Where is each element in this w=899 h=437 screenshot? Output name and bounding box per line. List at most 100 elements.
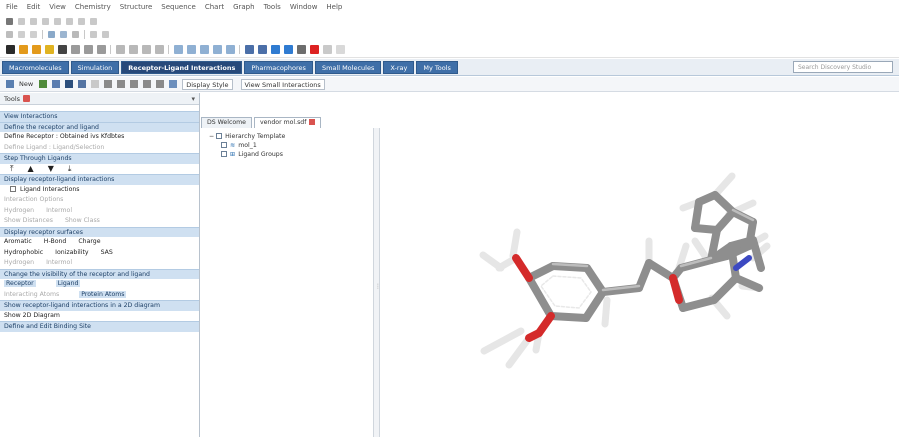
surface-sas[interactable]: SAS [101,248,113,259]
section-2d-diagram[interactable]: Show receptor-ligand interactions in a 2… [0,300,199,311]
last-ligand-icon[interactable]: ⤓ [68,164,72,175]
menu-structure[interactable]: Structure [120,3,153,11]
chain-icon[interactable] [78,17,85,25]
new-file-icon[interactable] [6,80,14,88]
copy-icon[interactable] [18,30,25,38]
find-icon[interactable] [156,80,165,88]
surface-intermol[interactable]: Intermol [46,258,72,269]
ungroup-icon[interactable] [297,45,306,54]
surface-hydrophobic[interactable]: Hydrophobic [4,248,43,259]
highlight-icon[interactable] [45,45,54,54]
tab-simulation[interactable]: Simulation [70,60,120,74]
charge-icon[interactable] [90,30,97,38]
section-step-through-ligands[interactable]: Step Through Ligands [0,153,199,164]
save-icon[interactable] [65,80,74,88]
text-tool-icon[interactable] [58,45,67,54]
select-arrow-icon[interactable] [6,45,15,54]
menu-chart[interactable]: Chart [205,3,224,11]
ligand-interactions-checkbox[interactable]: Ligand Interactions [0,185,199,196]
splitter-grip-icon[interactable]: ⋮ [375,283,381,293]
flip-icon[interactable] [72,30,79,38]
redo-icon[interactable] [91,80,100,88]
fit-screen-icon[interactable] [155,45,164,54]
menu-graph[interactable]: Graph [233,3,254,11]
hydrogen-toggle[interactable]: Hydrogen [4,206,34,217]
first-ligand-icon[interactable]: ⤒ [10,164,14,175]
tree-node-ligand-groups[interactable]: ⊞ Ligand Groups [205,150,285,159]
surface-ionizability[interactable]: Ionizability [55,248,88,259]
bond-double-icon[interactable] [42,17,49,25]
align-icon[interactable] [48,30,55,38]
render-cpk-icon[interactable] [213,45,222,54]
paste-icon[interactable] [30,30,37,38]
menu-window[interactable]: Window [290,3,318,11]
intermol-toggle[interactable]: Intermol [46,206,72,217]
paste-ribbon-icon[interactable] [130,80,139,88]
rotate-icon[interactable] [129,45,138,54]
section-receptor-surfaces[interactable]: Display receptor surfaces [0,226,199,237]
bond-single-icon[interactable] [30,17,37,25]
undo-icon[interactable] [78,80,87,88]
erase-icon[interactable] [90,17,97,25]
remove-hydrogens-icon[interactable] [258,45,267,54]
next-ligand-icon[interactable]: ▼ [48,164,54,175]
visibility-interacting-atoms[interactable]: Interacting Atoms [4,291,59,298]
section-visibility[interactable]: Change the visibility of the receptor an… [0,268,199,279]
tab-ds-welcome[interactable]: DS Welcome [201,117,252,128]
render-balls-icon[interactable] [200,45,209,54]
section-display-interactions[interactable]: Display receptor-ligand interactions [0,174,199,185]
molecule-3d-viewer[interactable] [381,128,899,437]
expand-icon[interactable]: − [209,133,214,140]
close-tab-icon[interactable] [309,119,316,125]
render-lines-icon[interactable] [174,45,183,54]
tab-xray[interactable]: X-ray [383,60,415,74]
checkbox-icon[interactable] [216,133,223,139]
ring-tool-icon[interactable] [284,45,293,54]
menu-chemistry[interactable]: Chemistry [75,3,111,11]
add-hydrogens-icon[interactable] [245,45,254,54]
tab-vendor-mol[interactable]: vendor mol.sdf [253,117,322,128]
tab-small-molecules[interactable]: Small Molecules [314,60,382,74]
measure-torsion-icon[interactable] [97,45,106,54]
show-class-toggle[interactable]: Show Class [65,216,100,227]
tab-macromolecules[interactable]: Macromolecules [2,60,69,74]
cut-icon[interactable] [6,30,13,38]
bond-tool-icon[interactable] [271,45,280,54]
show-2d-diagram-link[interactable]: Show 2D Diagram [0,311,199,322]
visibility-protein-atoms[interactable]: Protein Atoms [79,290,127,298]
select-tool-icon[interactable] [6,17,13,25]
menu-sequence[interactable]: Sequence [161,3,196,11]
new-button[interactable]: New [19,80,33,88]
zoom-icon[interactable] [116,45,125,54]
clean-icon[interactable] [60,30,67,38]
checkbox-icon[interactable] [221,151,227,157]
menu-view[interactable]: View [49,3,66,11]
cut-ribbon-icon[interactable] [104,80,113,88]
tab-receptor-ligand-interactions[interactable]: Receptor-Ligand Interactions [121,60,243,74]
tab-my-tools[interactable]: My Tools [416,60,458,74]
lasso-icon[interactable] [19,45,28,54]
render-ribbon-icon[interactable] [226,45,235,54]
surface-hydrogen[interactable]: Hydrogen [4,258,34,269]
show-distances-toggle[interactable]: Show Distances [4,216,53,227]
delete-icon[interactable] [310,45,319,54]
define-ligand-link[interactable]: Define Ligand : Ligand/Selection [0,143,199,154]
copy-ribbon-icon[interactable] [117,80,126,88]
define-receptor-link[interactable]: Define Receptor : Obtained ivs Kfdbtes [0,132,199,143]
tree-node-mol[interactable]: ≋ mol_1 [205,141,285,150]
info-icon[interactable] [336,45,345,54]
view-interactions-dropdown[interactable]: View Small Interactions [240,78,325,90]
molecule-render[interactable] [381,128,899,437]
close-icon[interactable] [23,95,31,102]
section-view-interactions[interactable]: View Interactions [0,111,199,122]
checkbox-icon[interactable] [10,185,16,192]
measure-angle-icon[interactable] [84,45,93,54]
section-define-receptor-ligand[interactable]: Define the receptor and ligand [0,121,199,132]
menu-file[interactable]: File [6,3,18,11]
panel-splitter[interactable]: ⋮ [373,128,381,437]
brush-icon[interactable] [32,45,41,54]
hydrogen-icon[interactable] [102,30,109,38]
select-all-icon[interactable] [143,80,152,88]
tree-node-root[interactable]: − Hierarchy Template [205,132,285,141]
render-sticks-icon[interactable] [187,45,196,54]
